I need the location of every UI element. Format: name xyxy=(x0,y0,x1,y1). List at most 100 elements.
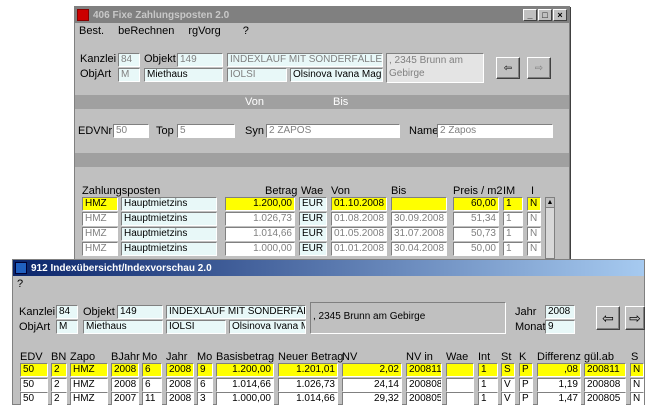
row1-k[interactable]: P xyxy=(519,378,533,392)
row2-basis[interactable]: 1.000,00 xyxy=(216,392,274,405)
close-icon[interactable]: × xyxy=(553,9,567,21)
syn-field[interactable]: 2 ZAPOS xyxy=(266,124,400,138)
maximize-icon[interactable]: □ xyxy=(538,9,552,21)
menu-help[interactable]: ? xyxy=(17,278,23,290)
row0-bis[interactable] xyxy=(391,197,447,211)
row3-i[interactable]: N xyxy=(527,242,541,256)
row3-preis[interactable]: 50,00 xyxy=(453,242,499,256)
row1-betrag[interactable]: 1.026,73 xyxy=(225,212,295,226)
row0-st[interactable]: S xyxy=(501,363,515,377)
row2-edv[interactable]: 50 xyxy=(20,392,48,405)
row1-st[interactable]: V xyxy=(501,378,515,392)
row2-bn[interactable]: 2 xyxy=(51,392,67,405)
row0-code[interactable]: HMZ xyxy=(82,197,118,211)
next-button[interactable]: ⇨ xyxy=(625,306,645,330)
row1-nvin[interactable]: 200808 xyxy=(406,378,442,392)
row1-gulab[interactable]: 200808 xyxy=(584,378,626,392)
row2-k[interactable]: P xyxy=(519,392,533,405)
row2-i[interactable]: N xyxy=(527,227,541,241)
row0-bn[interactable]: 2 xyxy=(51,363,67,377)
menu-help[interactable]: ? xyxy=(243,25,249,37)
row2-wae[interactable] xyxy=(446,392,474,405)
menu-rgvorg[interactable]: rgVorg xyxy=(188,25,220,37)
row0-k[interactable]: P xyxy=(519,363,533,377)
row0-jahr[interactable]: 2008 xyxy=(166,363,194,377)
row0-betrag[interactable]: 1.200,00 xyxy=(225,197,295,211)
row1-code[interactable]: HMZ xyxy=(82,212,118,226)
row0-mo2[interactable]: 9 xyxy=(197,363,213,377)
row1-nv[interactable]: 24,14 xyxy=(342,378,402,392)
row1-von[interactable]: 01.08.2008 xyxy=(331,212,387,226)
kanzlei-field[interactable]: 84 xyxy=(118,53,140,67)
row0-nvin[interactable]: 200811 xyxy=(406,363,442,377)
row1-mo2[interactable]: 6 xyxy=(197,378,213,392)
window-912-titlebar[interactable]: 912 Indexübersicht/Indexvorschau 2.0 xyxy=(13,260,644,276)
row1-neu[interactable]: 1.026,73 xyxy=(278,378,338,392)
row3-betrag[interactable]: 1.000,00 xyxy=(225,242,295,256)
row2-betrag[interactable]: 1.014,66 xyxy=(225,227,295,241)
row0-bjahr[interactable]: 2008 xyxy=(111,363,139,377)
row0-gulab[interactable]: 200811 xyxy=(584,363,626,377)
row1-diff[interactable]: 1,19 xyxy=(537,378,581,392)
row1-jahr[interactable]: 2008 xyxy=(166,378,194,392)
row1-zapo[interactable]: HMZ xyxy=(70,378,108,392)
row1-bn[interactable]: 2 xyxy=(51,378,67,392)
row1-im[interactable]: 1 xyxy=(503,212,523,226)
row0-zapo[interactable]: HMZ xyxy=(70,363,108,377)
row2-zapo[interactable]: HMZ xyxy=(70,392,108,405)
row2-nv[interactable]: 29,32 xyxy=(342,392,402,405)
row2-bjahr[interactable]: 2007 xyxy=(111,392,139,405)
row2-int[interactable]: 1 xyxy=(478,392,498,405)
row0-wae[interactable] xyxy=(446,363,474,377)
row0-im[interactable]: 1 xyxy=(503,197,523,211)
objekt-field[interactable]: 149 xyxy=(117,305,163,319)
table-scrollbar[interactable]: ▲ xyxy=(545,197,555,259)
kanzlei-field[interactable]: 84 xyxy=(56,305,78,319)
row2-code[interactable]: HMZ xyxy=(82,227,118,241)
row0-nv[interactable]: 2,02 xyxy=(342,363,402,377)
row1-bjahr[interactable]: 2008 xyxy=(111,378,139,392)
row0-mo[interactable]: 6 xyxy=(142,363,162,377)
objart-field[interactable]: M xyxy=(56,320,78,334)
objekt-field[interactable]: 149 xyxy=(177,53,223,67)
monat-field[interactable]: 9 xyxy=(545,320,575,334)
row1-edv[interactable]: 50 xyxy=(20,378,48,392)
menu-berechnen[interactable]: beRechnen xyxy=(118,25,174,37)
row2-mo2[interactable]: 3 xyxy=(197,392,213,405)
next-button[interactable]: ⇨ xyxy=(527,57,551,79)
row2-s[interactable]: N xyxy=(630,392,644,405)
row1-wae[interactable] xyxy=(446,378,474,392)
row0-preis[interactable]: 60,00 xyxy=(453,197,499,211)
row0-edv[interactable]: 50 xyxy=(20,363,48,377)
row2-preis[interactable]: 50,73 xyxy=(453,227,499,241)
objart-field[interactable]: M xyxy=(118,68,140,82)
row3-im[interactable]: 1 xyxy=(503,242,523,256)
row3-von[interactable]: 01.01.2008 xyxy=(331,242,387,256)
prev-button[interactable]: ⇦ xyxy=(596,306,620,330)
row2-st[interactable]: V xyxy=(501,392,515,405)
top-field[interactable]: 5 xyxy=(177,124,235,138)
name-field[interactable]: 2 Zapos xyxy=(437,124,553,138)
row1-basis[interactable]: 1.014,66 xyxy=(216,378,274,392)
row0-i[interactable]: N xyxy=(527,197,541,211)
row2-gulab[interactable]: 200805 xyxy=(584,392,626,405)
minimize-icon[interactable]: _ xyxy=(523,9,537,21)
row2-im[interactable]: 1 xyxy=(503,227,523,241)
row0-s[interactable]: N xyxy=(630,363,644,377)
window-406-titlebar[interactable]: 406 Fixe Zahlungsposten 2.0 _ □ × xyxy=(75,7,569,23)
row0-basis[interactable]: 1.200,00 xyxy=(216,363,274,377)
row3-code[interactable]: HMZ xyxy=(82,242,118,256)
row1-i[interactable]: N xyxy=(527,212,541,226)
row2-mo[interactable]: 11 xyxy=(142,392,162,405)
row0-diff[interactable]: ,08 xyxy=(537,363,581,377)
row2-nvin[interactable]: 200805 xyxy=(406,392,442,405)
row2-neu[interactable]: 1.014,66 xyxy=(278,392,338,405)
row0-neu[interactable]: 1.201,01 xyxy=(278,363,338,377)
row1-bis[interactable]: 30.09.2008 xyxy=(391,212,447,226)
row2-jahr[interactable]: 2008 xyxy=(166,392,194,405)
row0-int[interactable]: 1 xyxy=(478,363,498,377)
row3-bis[interactable]: 30.04.2008 xyxy=(391,242,447,256)
menu-best[interactable]: Best. xyxy=(79,25,104,37)
row0-von[interactable]: 01.10.2008 xyxy=(331,197,387,211)
row1-mo[interactable]: 6 xyxy=(142,378,162,392)
